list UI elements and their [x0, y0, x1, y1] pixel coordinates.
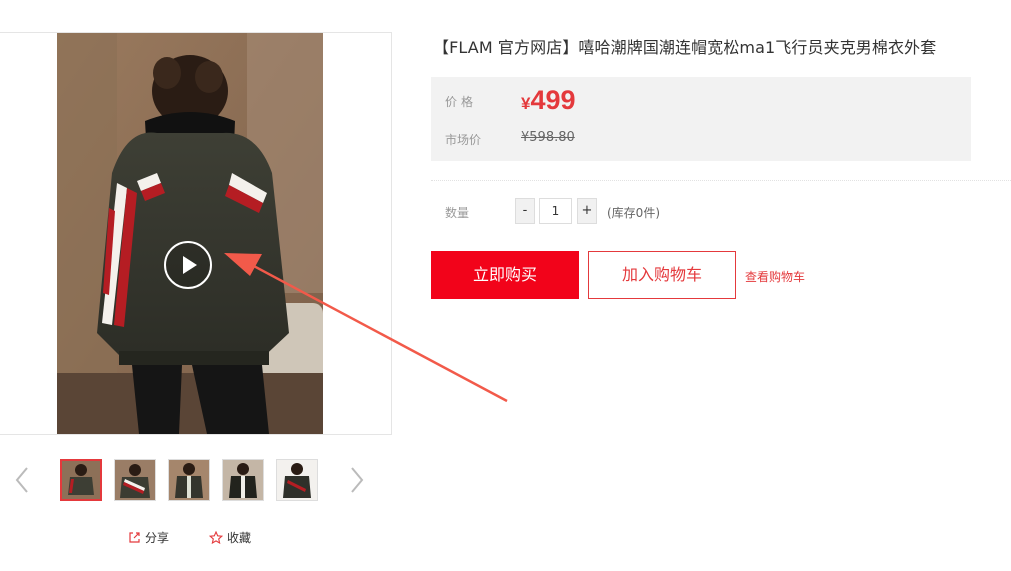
- thumbnail-5[interactable]: [276, 459, 318, 501]
- thumbnail-3[interactable]: [168, 459, 210, 501]
- thumbnail-next-button[interactable]: [349, 466, 365, 494]
- price-box: 价格 ¥499 市场价 ¥598.80: [431, 77, 971, 161]
- market-price-label: 市场价: [445, 133, 482, 147]
- price-amount: 499: [530, 85, 576, 115]
- thumbnail-1[interactable]: [60, 459, 102, 501]
- quantity-increase-button[interactable]: +: [577, 198, 597, 224]
- share-icon: [129, 531, 140, 543]
- quantity-label: 数量: [445, 206, 470, 220]
- quantity-input[interactable]: [539, 198, 572, 224]
- favorite-label: 收藏: [227, 530, 252, 545]
- quantity-decrease-button[interactable]: -: [515, 198, 535, 224]
- buy-now-button[interactable]: 立即购买: [431, 251, 579, 299]
- favorite-button[interactable]: 收藏: [209, 529, 251, 545]
- add-to-cart-button[interactable]: 加入购物车: [588, 251, 736, 299]
- stock-text: (库存0件): [607, 206, 660, 220]
- section-divider: [431, 180, 1011, 181]
- product-page: 分享 收藏 【FLAM 官方网店】嘻哈潮牌国潮连帽宽松ma1飞行员夹克男棉衣外套…: [0, 0, 1011, 571]
- product-title: 【FLAM 官方网店】嘻哈潮牌国潮连帽宽松ma1飞行员夹克男棉衣外套: [433, 38, 937, 57]
- thumbnail-4[interactable]: [222, 459, 264, 501]
- star-icon: [209, 530, 223, 544]
- view-cart-link[interactable]: 查看购物车: [745, 268, 805, 285]
- video-play-button[interactable]: [164, 241, 212, 289]
- thumbnail-2[interactable]: [114, 459, 156, 501]
- chevron-right-icon: [351, 467, 364, 493]
- price-label: 价格: [445, 95, 478, 109]
- main-image-frame: [0, 32, 392, 435]
- main-product-photo: [57, 33, 323, 434]
- share-label: 分享: [145, 530, 170, 545]
- thumbnail-prev-button[interactable]: [14, 466, 30, 494]
- current-price: ¥499: [521, 85, 576, 116]
- chevron-left-icon: [15, 467, 28, 493]
- share-button[interactable]: 分享: [128, 529, 169, 545]
- market-price: ¥598.80: [521, 130, 575, 145]
- play-icon: [183, 256, 197, 274]
